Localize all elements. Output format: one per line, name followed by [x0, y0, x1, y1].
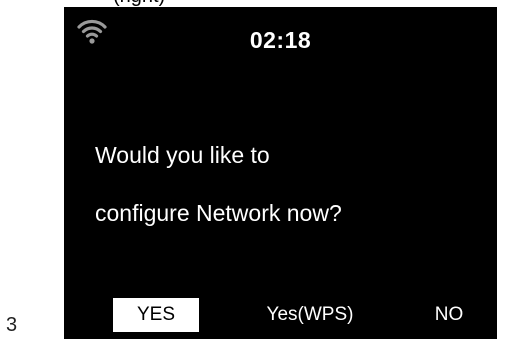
clock-time: 02:18 — [249, 27, 312, 53]
yes-option[interactable]: YES — [113, 298, 199, 332]
page-number: 3 — [6, 314, 18, 336]
prompt-line-2: configure Network now? — [95, 200, 342, 226]
device-screen: 02:18 Would you like to configure Networ… — [64, 7, 497, 339]
prompt-line-1: Would you like to — [95, 142, 270, 168]
yes-wps-option[interactable]: Yes(WPS) — [250, 298, 370, 332]
no-option[interactable]: NO — [424, 298, 474, 332]
